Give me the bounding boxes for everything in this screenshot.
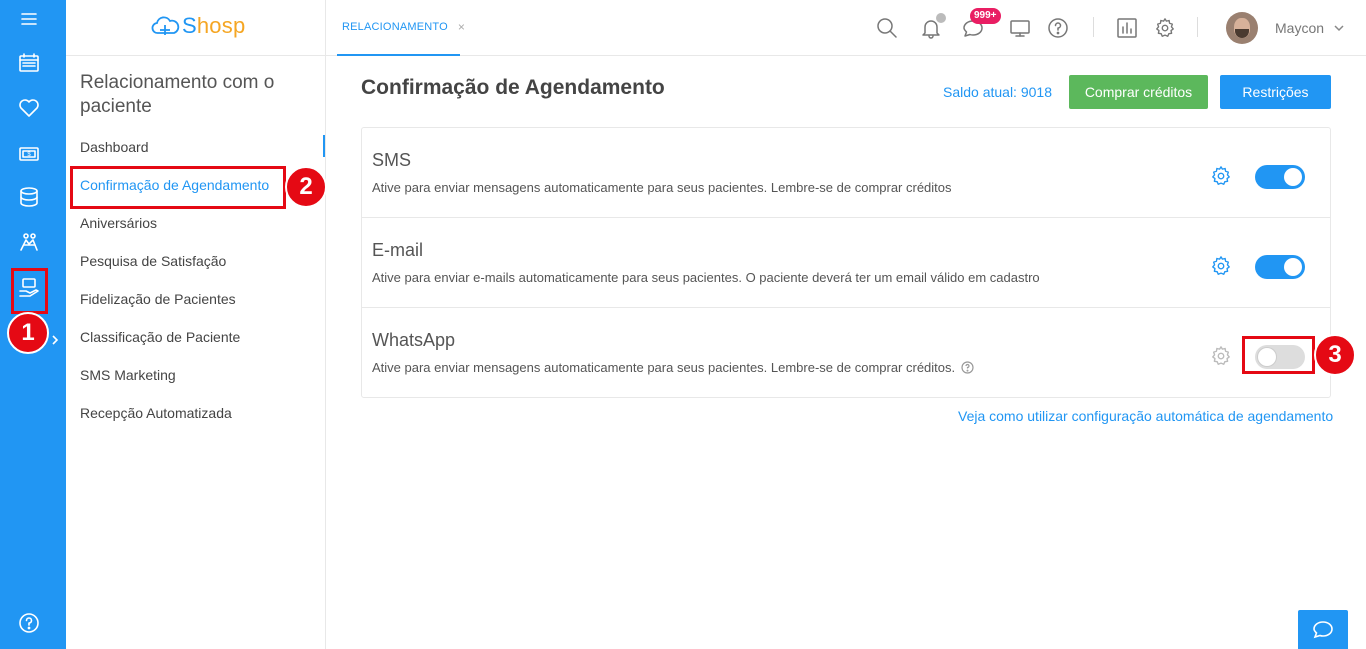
tab-relacionamento[interactable]: RELACIONAMENTO × <box>337 0 465 56</box>
help-icon[interactable] <box>17 611 41 635</box>
money-icon[interactable]: $ <box>17 142 41 166</box>
submenu-title: Relacionamento com o paciente <box>80 72 275 117</box>
logo-text: Shosp <box>182 13 246 38</box>
tab-label: RELACIONAMENTO <box>342 21 448 33</box>
highlight-box-3 <box>1242 336 1315 374</box>
heart-icon[interactable] <box>17 96 41 120</box>
toggle-knob <box>1284 168 1302 186</box>
search-icon[interactable] <box>875 16 899 40</box>
submenu-item-aniversarios[interactable]: Aniversários <box>80 215 157 231</box>
settings-gear-icon[interactable] <box>1153 16 1177 40</box>
monitor-icon[interactable] <box>1008 16 1032 40</box>
team-icon[interactable] <box>17 230 41 254</box>
help-circle-icon[interactable] <box>1046 16 1070 40</box>
shosp-logo[interactable]: Shosp <box>150 12 245 40</box>
highlight-box-1 <box>11 268 48 314</box>
restrictions-button[interactable]: Restrições <box>1220 75 1331 109</box>
message-count-badge: 999+ <box>970 8 1001 24</box>
app-root: $ Shosp RELACIONAMENTO × 999+ Maycon Rel… <box>0 0 1366 649</box>
tab-close-icon[interactable]: × <box>458 20 465 34</box>
help-link[interactable]: Veja como utilizar configuração automáti… <box>958 408 1333 424</box>
channel-settings-gear-icon[interactable] <box>1210 165 1232 187</box>
active-indicator <box>323 135 325 157</box>
credit-balance[interactable]: Saldo atual: 9018 <box>943 84 1052 100</box>
submenu-item-fidelizacao[interactable]: Fidelização de Pacientes <box>80 291 236 307</box>
channel-row-whatsapp: WhatsApp Ative para enviar mensagens aut… <box>362 308 1330 398</box>
channel-row-email: E-mail Ative para enviar e-mails automat… <box>362 218 1330 308</box>
submenu-item-classificacao[interactable]: Classificação de Paciente <box>80 329 240 345</box>
user-name[interactable]: Maycon <box>1275 20 1324 36</box>
chevron-down-icon[interactable] <box>1334 20 1346 32</box>
submenu-item-dashboard[interactable]: Dashboard <box>80 139 149 155</box>
reports-icon[interactable] <box>1115 16 1139 40</box>
channel-description: Ative para enviar e-mails automaticament… <box>372 270 1040 285</box>
cloud-plus-icon <box>151 16 180 35</box>
submenu-item-pesquisa[interactable]: Pesquisa de Satisfação <box>80 253 226 269</box>
chat-support-button[interactable] <box>1298 610 1348 649</box>
channel-description-wrap: Ative para enviar mensagens automaticame… <box>372 360 974 375</box>
chat-bubble-icon <box>1313 620 1333 638</box>
chevron-right-icon[interactable] <box>50 333 62 347</box>
header-divider <box>325 0 326 56</box>
sms-toggle[interactable] <box>1255 165 1305 189</box>
submenu-item-sms-marketing[interactable]: SMS Marketing <box>80 367 176 383</box>
avatar[interactable] <box>1226 12 1258 44</box>
highlight-box-2 <box>70 166 286 209</box>
step-marker-2: 2 <box>285 166 327 208</box>
database-icon[interactable] <box>17 185 41 209</box>
channel-description: Ative para enviar mensagens automaticame… <box>372 180 952 195</box>
channel-settings-gear-icon[interactable] <box>1210 255 1232 277</box>
channels-card: SMS Ative para enviar mensagens automati… <box>361 127 1331 398</box>
toggle-knob <box>1284 258 1302 276</box>
channel-title: SMS <box>372 150 412 170</box>
submenu-item-recepcao[interactable]: Recepção Automatizada <box>80 405 232 421</box>
page-title: Confirmação de Agendamento <box>361 76 665 99</box>
notification-dot <box>936 13 946 23</box>
top-header: Shosp RELACIONAMENTO × 999+ Maycon <box>66 0 1366 56</box>
question-icon[interactable] <box>961 361 974 374</box>
relationship-submenu: Relacionamento com o paciente Dashboard … <box>66 56 326 649</box>
step-marker-1: 1 <box>7 312 49 354</box>
buy-credits-button[interactable]: Comprar créditos <box>1069 75 1208 109</box>
channel-settings-gear-icon[interactable] <box>1210 345 1232 367</box>
step-marker-3: 3 <box>1314 334 1356 376</box>
calendar-icon[interactable] <box>17 51 41 75</box>
header-separator <box>1197 17 1198 37</box>
avatar-beard <box>1235 29 1249 38</box>
menu-icon[interactable] <box>17 7 41 31</box>
header-separator <box>1093 17 1094 37</box>
channel-title: WhatsApp <box>372 330 456 350</box>
channel-row-sms: SMS Ative para enviar mensagens automati… <box>362 128 1330 218</box>
channel-title: E-mail <box>372 240 424 260</box>
email-toggle[interactable] <box>1255 255 1305 279</box>
channel-description: Ative para enviar mensagens automaticame… <box>372 360 956 375</box>
